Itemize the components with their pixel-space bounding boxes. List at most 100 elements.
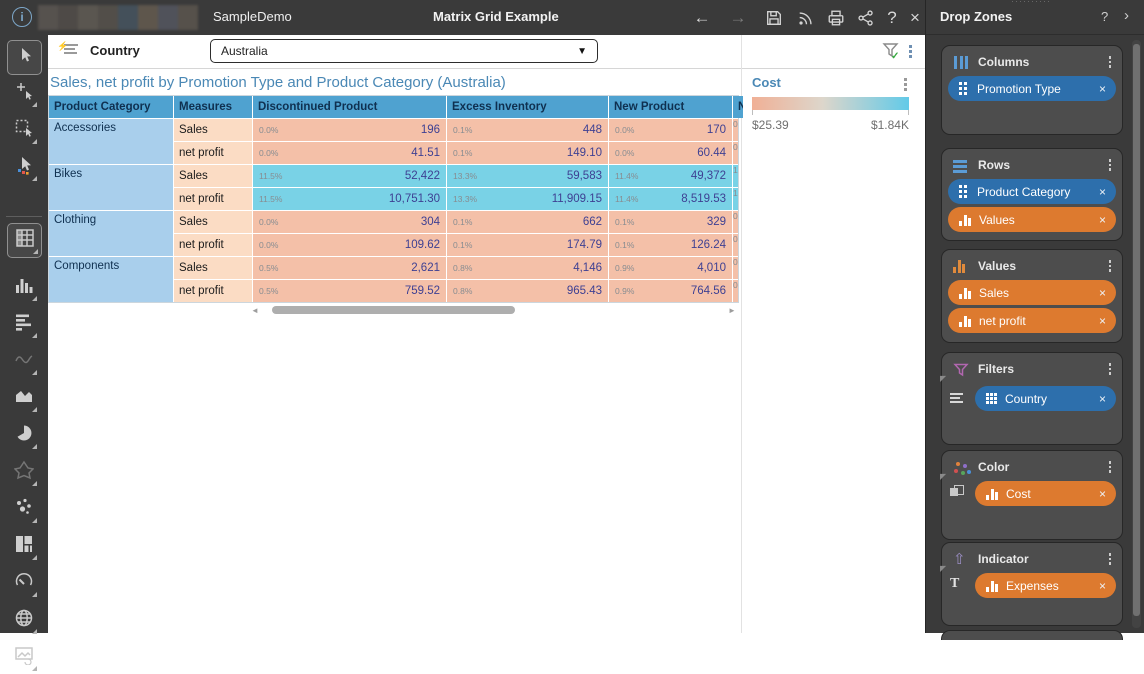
matrix-cell[interactable]: 11.4%49,372 [609,165,732,187]
matrix-cell[interactable]: 0.8%4,146 [447,257,608,279]
matrix-cell[interactable]: 0.1%448 [447,119,608,141]
tool-marquee-select[interactable] [7,114,40,147]
text-tool-icon[interactable]: T [950,576,959,592]
save-icon[interactable] [762,6,786,30]
section-menu-icon[interactable] [1108,260,1112,272]
rss-icon[interactable] [794,6,818,30]
remove-icon[interactable]: × [1099,213,1106,227]
pill-sales[interactable]: Sales × [948,280,1116,305]
matrix-cell[interactable]: 13.3%59,583 [447,165,608,187]
row-header-measure[interactable]: Sales [174,257,252,279]
remove-icon[interactable]: × [1099,314,1106,328]
matrix-cell[interactable]: 0.0%196 [253,119,446,141]
matrix-cell[interactable]: 0.0%304 [253,211,446,233]
forward-icon[interactable]: → [726,6,750,30]
pill-promotion-type[interactable]: Promotion Type × [948,76,1116,101]
row-header-category[interactable]: Bikes [49,165,173,210]
tool-scatter-chart[interactable] [7,493,40,526]
row-header-measure[interactable]: Sales [174,119,252,141]
matrix-cell[interactable]: 0.9%4,010 [609,257,732,279]
tool-select[interactable] [7,40,42,75]
pill-expenses[interactable]: Expenses × [975,573,1116,598]
drag-handle-icon[interactable]: ·········· [1011,0,1051,6]
country-dropdown[interactable]: Australia ▼ [210,39,598,63]
tool-line-chart[interactable] [7,345,40,378]
remove-icon[interactable]: × [1099,392,1106,406]
section-menu-icon[interactable] [1108,461,1112,473]
tool-map[interactable] [7,604,40,637]
matrix-cell[interactable]: 0.1%662 [447,211,608,233]
row-header-measure[interactable]: Sales [174,165,252,187]
row-header-category[interactable]: Clothing [49,211,173,256]
pill-cost[interactable]: Cost × [975,481,1116,506]
tool-image-widget[interactable] [7,641,40,674]
row-header-category[interactable]: Components [49,257,173,302]
tool-multi-select[interactable] [7,151,40,184]
legend-menu-icon[interactable] [903,78,907,91]
panel-scrollbar[interactable] [1132,40,1141,628]
row-header-measure[interactable]: net profit [174,234,252,256]
panel-help-icon[interactable]: ? [1101,9,1108,24]
matrix-cell[interactable]: 0.5%2,621 [253,257,446,279]
matrix-grid[interactable]: Product Category Measures Discontinued P… [48,95,739,303]
matrix-cell[interactable]: 0.1%174.79 [447,234,608,256]
widget-menu-icon[interactable] [908,45,912,58]
tool-gauge[interactable] [7,567,40,600]
scrollbar-thumb[interactable] [272,306,515,314]
tool-treemap[interactable] [7,530,40,563]
row-header-measure[interactable]: net profit [174,142,252,164]
matrix-cell[interactable]: 0.1%329 [609,211,732,233]
section-menu-icon[interactable] [1108,159,1112,171]
matrix-cell[interactable]: 11.4%8,519.53 [609,188,732,210]
matrix-cell[interactable]: 13.3%11,909.15 [447,188,608,210]
column-header[interactable]: Excess Inventory [447,96,608,118]
panel-scrollbar-thumb[interactable] [1133,44,1140,616]
column-header[interactable]: Product Category [49,96,173,118]
section-menu-icon[interactable] [1108,56,1112,68]
pill-country[interactable]: Country × [975,386,1116,411]
pill-values[interactable]: Values × [948,207,1116,232]
matrix-cell[interactable]: 0.1%126.24 [609,234,732,256]
remove-icon[interactable]: × [1099,185,1106,199]
tool-pie-chart[interactable] [7,419,40,452]
remove-icon[interactable]: × [1099,286,1106,300]
matrix-cell[interactable]: 11.5%10,751.30 [253,188,446,210]
row-header-category[interactable]: Accessories [49,119,173,164]
matrix-cell[interactable]: 0.0%109.62 [253,234,446,256]
back-icon[interactable]: ← [690,6,714,30]
tool-column-chart[interactable] [7,271,40,304]
matrix-cell[interactable]: 0.0%60.44 [609,142,732,164]
pill-net-profit[interactable]: net profit × [948,308,1116,333]
matrix-cell[interactable]: 0.9%764.56 [609,280,732,302]
column-header-partial[interactable]: N [733,96,743,118]
section-menu-icon[interactable] [1108,553,1112,565]
close-icon[interactable]: × [903,6,927,30]
matrix-cell[interactable]: 11.5%52,422 [253,165,446,187]
column-header[interactable]: Measures [174,96,252,118]
row-header-measure[interactable]: net profit [174,280,252,302]
tool-polar-chart[interactable] [7,456,40,489]
share-icon[interactable] [854,6,878,30]
tool-matrix-grid[interactable] [7,223,42,258]
filter-mode-icon[interactable] [950,393,963,403]
pill-product-category[interactable]: Product Category × [948,179,1116,204]
scroll-left-icon[interactable]: ◄ [250,306,260,315]
panel-collapse-icon[interactable]: › [1124,7,1129,24]
print-icon[interactable] [824,6,848,30]
scroll-right-icon[interactable]: ► [727,306,737,315]
remove-icon[interactable]: × [1099,82,1106,96]
section-menu-icon[interactable] [1108,363,1112,375]
tool-add-pointer[interactable] [7,77,40,110]
matrix-cell[interactable]: 0.5%759.52 [253,280,446,302]
matrix-cell[interactable]: 0.0%41.51 [253,142,446,164]
column-header[interactable]: Discontinued Product [253,96,446,118]
row-header-measure[interactable]: Sales [174,211,252,233]
tool-bar-chart[interactable] [7,308,40,341]
scrollbar-track[interactable] [260,306,727,314]
horizontal-scrollbar[interactable]: ◄ ► [250,304,737,316]
remove-icon[interactable]: × [1099,579,1106,593]
row-header-measure[interactable]: net profit [174,188,252,210]
matrix-cell[interactable]: 0.0%170 [609,119,732,141]
matrix-cell[interactable]: 0.8%965.43 [447,280,608,302]
help-icon[interactable]: ? [880,6,904,30]
